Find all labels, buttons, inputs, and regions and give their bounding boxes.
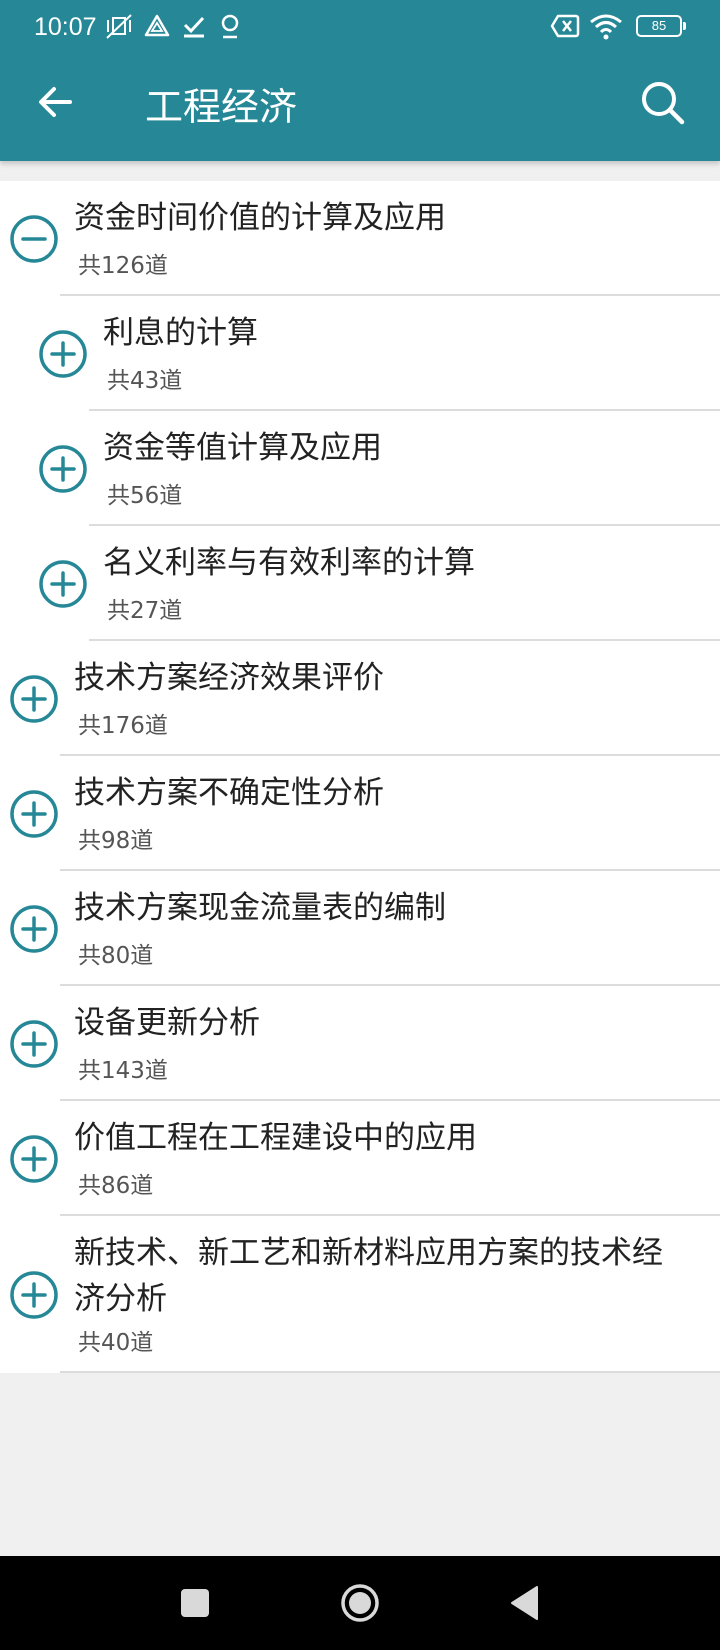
page-title: 工程经济 — [145, 85, 298, 129]
list-item-count: 共27道 — [107, 598, 183, 624]
status-bar: 10:07 85 — [0, 0, 720, 54]
expand-icon[interactable] — [9, 674, 59, 724]
app-bar: 工程经济 — [0, 54, 720, 161]
home-circle-icon — [341, 1584, 379, 1622]
list-item-count: 共143道 — [78, 1058, 168, 1084]
status-icons-left — [104, 12, 243, 42]
list-item-count: 共40道 — [78, 1330, 154, 1356]
expand-icon[interactable] — [9, 904, 59, 954]
search-button[interactable] — [636, 76, 690, 130]
battery-level: 85 — [651, 18, 667, 33]
back-button[interactable] — [30, 76, 82, 128]
back-triangle-icon — [511, 1586, 538, 1620]
system-back-button[interactable] — [503, 1581, 547, 1625]
expand-icon[interactable] — [9, 1019, 59, 1069]
location-pin-icon — [222, 14, 239, 39]
recent-apps-square-icon — [181, 1589, 209, 1617]
list-item-title: 设备更新分析 — [74, 1005, 260, 1041]
app-header: 10:07 85 工程经济 — [0, 0, 720, 161]
list-item-section[interactable]: 名义利率与有效利率的计算共27道 — [0, 526, 720, 641]
list-item-title: 价值工程在工程建设中的应用 — [74, 1120, 477, 1156]
list-item-chapter[interactable]: 技术方案经济效果评价共176道 — [0, 641, 720, 756]
chapter-list: 资金时间价值的计算及应用共126道利息的计算共43道资金等值计算及应用共56道名… — [0, 181, 720, 1373]
recent-apps-button[interactable] — [173, 1581, 217, 1625]
list-item-count: 共176道 — [78, 713, 168, 739]
list-item-count: 共126道 — [78, 253, 168, 279]
list-item-title: 新技术、新工艺和新材料应用方案的技术经 济分析 — [74, 1230, 663, 1322]
list-item-chapter[interactable]: 新技术、新工艺和新材料应用方案的技术经 济分析共40道 — [0, 1216, 720, 1373]
list-item-chapter[interactable]: 技术方案不确定性分析共98道 — [0, 756, 720, 871]
list-item-count: 共80道 — [78, 943, 154, 969]
list-item-count: 共98道 — [78, 828, 154, 854]
search-icon — [642, 82, 685, 125]
no-sim-icon — [550, 14, 580, 38]
list-item-count: 共43道 — [107, 368, 183, 394]
expand-icon[interactable] — [9, 1270, 59, 1320]
list-item-count: 共56道 — [107, 483, 183, 509]
wifi-icon — [589, 14, 622, 40]
status-icons-right: 85 — [550, 12, 686, 42]
status-time: 10:07 — [34, 13, 97, 41]
arrow-left-icon — [39, 87, 72, 117]
list-item-title: 资金等值计算及应用 — [103, 430, 382, 466]
expand-icon[interactable] — [38, 444, 88, 494]
list-item-title: 名义利率与有效利率的计算 — [103, 545, 475, 581]
triangle-icon — [144, 14, 170, 37]
list-item-chapter[interactable]: 技术方案现金流量表的编制共80道 — [0, 871, 720, 986]
list-item-section[interactable]: 资金等值计算及应用共56道 — [0, 411, 720, 526]
expand-icon[interactable] — [9, 1134, 59, 1184]
list-item-section[interactable]: 利息的计算共43道 — [0, 296, 720, 411]
list-item-title: 资金时间价值的计算及应用 — [74, 200, 446, 236]
collapse-icon[interactable] — [9, 214, 59, 264]
list-item-title: 技术方案不确定性分析 — [74, 775, 384, 811]
navigation-bar — [0, 1556, 720, 1650]
list-item-chapter[interactable]: 设备更新分析共143道 — [0, 986, 720, 1101]
list-item-title: 技术方案经济效果评价 — [74, 660, 384, 696]
expand-icon[interactable] — [38, 559, 88, 609]
home-button[interactable] — [338, 1581, 382, 1625]
list-item-chapter[interactable]: 资金时间价值的计算及应用共126道 — [0, 181, 720, 296]
list-item-title-line: 新技术、新工艺和新材料应用方案的技术经 — [74, 1235, 663, 1271]
check-icon — [184, 16, 205, 38]
list-item-chapter[interactable]: 价值工程在工程建设中的应用共86道 — [0, 1101, 720, 1216]
divider — [60, 1371, 720, 1373]
list-item-title: 技术方案现金流量表的编制 — [74, 890, 446, 926]
mute-vibrate-icon — [106, 14, 132, 39]
list-item-title: 利息的计算 — [103, 315, 258, 351]
list-item-count: 共86道 — [78, 1173, 154, 1199]
expand-icon[interactable] — [38, 329, 88, 379]
list-item-title-line: 济分析 — [74, 1281, 167, 1317]
expand-icon[interactable] — [9, 789, 59, 839]
battery-icon: 85 — [636, 15, 686, 37]
